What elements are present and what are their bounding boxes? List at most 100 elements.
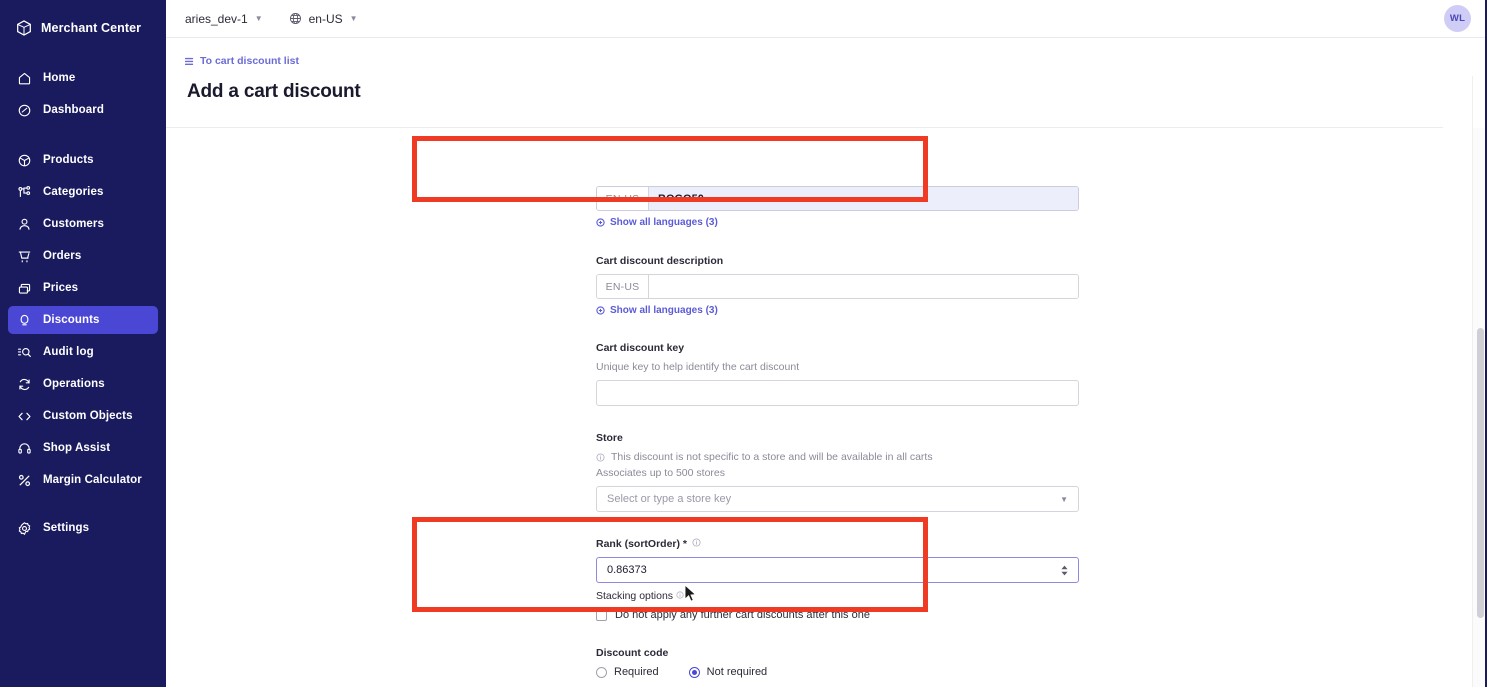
products-icon: [16, 152, 32, 168]
radio-label: Not required: [706, 666, 768, 678]
sidebar-item-label: Orders: [43, 250, 82, 262]
rank-label-text: Rank (sortOrder) *: [596, 538, 688, 550]
expand-circle-icon: [596, 306, 605, 315]
store-select-placeholder: Select or type a store key: [607, 493, 732, 505]
sidebar-item-shop-assist[interactable]: Shop Assist: [8, 434, 158, 462]
discount-key-field: Cart discount key Unique key to help ide…: [596, 342, 1079, 406]
locale-prefix: EN-US: [597, 187, 649, 210]
show-all-languages-label: Show all languages (3): [610, 305, 718, 316]
home-icon: [16, 70, 32, 86]
margin-calculator-icon: [16, 472, 32, 488]
sidebar-item-margin-calculator[interactable]: Margin Calculator: [8, 466, 158, 494]
sidebar-item-custom-objects[interactable]: Custom Objects: [8, 402, 158, 430]
topbar: aries_dev-1 ▼ en-US ▼ WL: [166, 0, 1487, 38]
breadcrumb[interactable]: To cart discount list: [185, 55, 1487, 67]
discount-description-input[interactable]: EN-US: [596, 274, 1079, 299]
show-all-languages-description[interactable]: Show all languages (3): [596, 305, 1079, 316]
audit-log-icon: [16, 344, 32, 360]
sidebar-item-label: Shop Assist: [43, 442, 111, 454]
discount-key-label: Cart discount key: [596, 342, 685, 354]
brand[interactable]: Merchant Center: [0, 9, 166, 47]
orders-icon: [16, 248, 32, 264]
sidebar-item-label: Customers: [43, 218, 104, 230]
chevron-down-icon: ▼: [349, 13, 358, 23]
sidebar-item-products[interactable]: Products: [8, 146, 158, 174]
dashboard-icon: [16, 102, 32, 118]
sidebar-item-dashboard[interactable]: Dashboard: [8, 96, 158, 124]
avatar[interactable]: WL: [1444, 5, 1471, 32]
sidebar-item-prices[interactable]: Prices: [8, 274, 158, 302]
sidebar-nav: Home Dashboard Products Categories Custo…: [0, 64, 166, 542]
rank-value: 0.86373: [607, 564, 647, 576]
operations-icon: [16, 376, 32, 392]
locale-name: en-US: [308, 11, 343, 26]
globe-icon: [289, 12, 302, 25]
sidebar: Merchant Center Home Dashboard Products …: [0, 0, 166, 687]
store-note-text: This discount is not specific to a store…: [611, 451, 933, 463]
store-associates-note: Associates up to 500 stores: [596, 467, 725, 479]
page-title: Add a cart discount: [187, 81, 361, 102]
sidebar-item-operations[interactable]: Operations: [8, 370, 158, 398]
stacking-options-text: Stacking options: [596, 590, 674, 602]
sidebar-item-orders[interactable]: Orders: [8, 242, 158, 270]
sidebar-item-label: Audit log: [43, 346, 94, 358]
sidebar-item-audit-log[interactable]: Audit log: [8, 338, 158, 366]
store-field: Store This discount is not specific to a…: [596, 432, 1079, 512]
sidebar-item-label: Categories: [43, 186, 104, 198]
nav-separator: [0, 128, 166, 146]
discount-description-label: Cart discount description: [596, 255, 724, 267]
settings-icon: [16, 520, 32, 536]
discount-description-value: [649, 275, 1078, 298]
sidebar-item-label: Products: [43, 154, 94, 166]
radio-mark: [688, 666, 700, 678]
expand-circle-icon: [596, 218, 605, 227]
discount-form: EN-US BOGO50 Show all languages (3) Cart…: [596, 186, 1079, 678]
stacking-checkbox[interactable]: [596, 609, 607, 621]
stacking-options-label: Stacking options: [596, 590, 1079, 602]
custom-objects-icon: [16, 408, 32, 424]
sidebar-item-settings[interactable]: Settings: [8, 514, 158, 542]
sidebar-item-home[interactable]: Home: [8, 64, 158, 92]
customers-icon: [16, 216, 32, 232]
radio-mark: [596, 666, 607, 678]
sidebar-item-customers[interactable]: Customers: [8, 210, 158, 238]
discount-code-option-not-required[interactable]: Not required: [688, 666, 768, 678]
store-label: Store: [596, 432, 623, 444]
discount-code-label: Discount code: [596, 647, 669, 659]
rank-input[interactable]: 0.86373: [596, 557, 1079, 583]
locale-prefix: EN-US: [597, 275, 649, 298]
sidebar-item-discounts[interactable]: Discounts: [8, 306, 158, 334]
locale-selector[interactable]: en-US ▼: [289, 12, 358, 26]
header-divider: [166, 127, 1443, 128]
sidebar-item-label: Home: [43, 72, 76, 84]
radio-label: Required: [614, 666, 659, 678]
sidebar-item-label: Discounts: [43, 314, 100, 326]
discount-code-radio-group: Required Not required: [596, 666, 1079, 678]
discount-code-option-required[interactable]: Required: [596, 666, 659, 678]
stacking-checkbox-label: Do not apply any further cart discounts …: [615, 609, 870, 621]
info-circle-icon: [692, 538, 701, 550]
show-all-languages-name[interactable]: Show all languages (3): [596, 217, 1079, 228]
project-selector[interactable]: aries_dev-1 ▼: [185, 12, 263, 26]
discount-key-input[interactable]: [596, 380, 1079, 406]
discount-description-field: Cart discount description EN-US Show all…: [596, 255, 1079, 316]
scrollbar-thumb[interactable]: [1477, 328, 1484, 618]
breadcrumb-label: To cart discount list: [200, 55, 299, 67]
sidebar-item-categories[interactable]: Categories: [8, 178, 158, 206]
app-root: Merchant Center Home Dashboard Products …: [0, 0, 1487, 687]
sidebar-item-label: Custom Objects: [43, 410, 133, 422]
stepper-icon[interactable]: [1060, 565, 1069, 576]
cube-logo-icon: [15, 19, 33, 37]
discount-name-field: EN-US BOGO50 Show all languages (3): [596, 186, 1079, 228]
info-circle-icon: [596, 453, 605, 462]
chevron-down-icon: ▼: [1060, 494, 1068, 504]
chevron-down-icon: ▼: [254, 13, 263, 23]
store-select[interactable]: Select or type a store key ▼: [596, 486, 1079, 512]
stacking-checkbox-row[interactable]: Do not apply any further cart discounts …: [596, 609, 1079, 621]
discount-name-input[interactable]: EN-US BOGO50: [596, 186, 1079, 211]
sidebar-item-label: Operations: [43, 378, 105, 390]
content-scroll-region: To cart discount list Add a cart discoun…: [166, 38, 1487, 687]
sidebar-item-label: Dashboard: [43, 104, 104, 116]
rank-field: Rank (sortOrder) * 0.86373 Stacking opti…: [596, 538, 1079, 621]
categories-icon: [16, 184, 32, 200]
